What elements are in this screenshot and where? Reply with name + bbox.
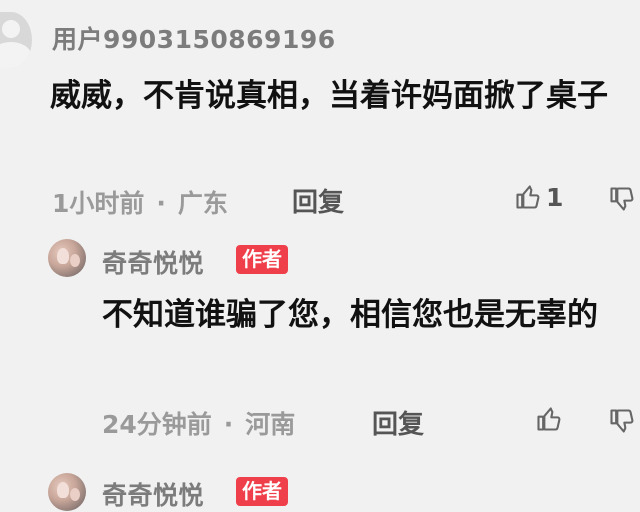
default-user-avatar[interactable]: [0, 12, 32, 68]
comment-username[interactable]: 用户9903150869196: [52, 20, 336, 56]
comment-location: 河南: [245, 410, 296, 439]
meta-separator: ·: [156, 189, 166, 218]
comment-username[interactable]: 奇奇悦悦: [102, 244, 204, 280]
reply-button[interactable]: 回复: [292, 182, 344, 219]
comment-location: 广东: [177, 189, 228, 218]
thumbs-down-icon[interactable]: [608, 185, 636, 213]
author-badge: 作者: [236, 245, 288, 274]
comment-content: 威威，不肯说真相，当着许妈面掀了桌子: [50, 78, 608, 114]
thumbs-down-icon[interactable]: [608, 407, 636, 435]
comment-meta: 24分钟前 · 河南: [102, 405, 295, 441]
comment-time: 24分钟前: [102, 410, 212, 439]
meta-separator: ·: [223, 410, 234, 439]
comment-content: 不知道谁骗了您，相信您也是无辜的: [102, 297, 598, 333]
author-badge: 作者: [236, 477, 288, 506]
comment-time: 1小时前: [52, 189, 145, 218]
thumbs-up-icon[interactable]: [535, 405, 563, 433]
like-count: 1: [546, 183, 564, 212]
thumbs-up-icon[interactable]: [514, 183, 542, 211]
profile-photo-avatar[interactable]: [48, 473, 86, 511]
comment-meta: 1小时前 · 广东: [52, 184, 228, 220]
reply-button[interactable]: 回复: [372, 404, 424, 441]
profile-photo-avatar[interactable]: [48, 239, 86, 277]
